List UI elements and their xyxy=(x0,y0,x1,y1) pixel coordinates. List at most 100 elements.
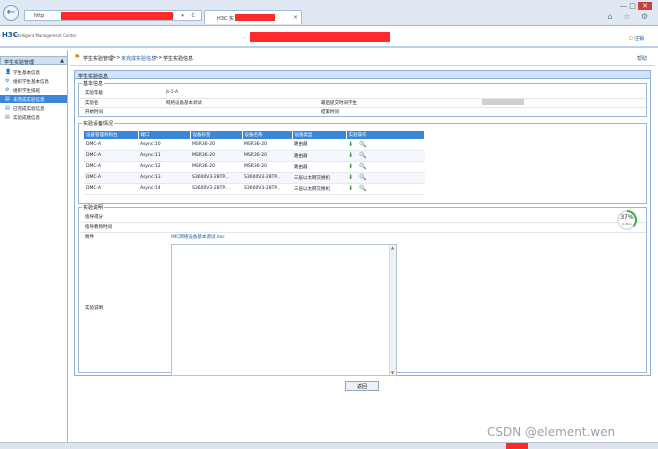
download-icon[interactable]: ⬇ xyxy=(348,174,353,181)
magnifier-icon[interactable]: 🔍 xyxy=(359,174,366,181)
redacted-tab-title xyxy=(235,14,275,21)
description-label: 实验说明 xyxy=(85,306,103,311)
address-bar[interactable]: http ρ ▾ C xyxy=(24,10,202,21)
table-cell: Async:10 xyxy=(138,139,190,151)
table-cell: S3600V3-28TP... xyxy=(242,183,292,195)
device-section: 实验设备情况 设备管理机构台 端口 设备标签 设备名称 设备类型 实验操作 DM… xyxy=(78,120,647,204)
home-star-gear-icons[interactable]: ⌂ ☆ ⚙ xyxy=(607,12,652,21)
attachment-label: 附件 xyxy=(85,235,94,240)
textarea-scrollbar[interactable]: ▲ ▼ xyxy=(389,245,396,375)
download-icon[interactable]: ⬇ xyxy=(348,141,353,148)
minimize-icon[interactable]: — xyxy=(620,2,627,10)
table-row: DMC-A Async:11 MSR36-20 MSR36-20 路由器 ⬇ 🔍 xyxy=(84,150,425,162)
table-cell: S3600V3-28TP... xyxy=(190,172,242,184)
browser-chrome: ← http ρ ▾ C H3C 实 × — □ ✕ ⌂ ☆ ⚙ xyxy=(0,0,658,26)
sidebar-item-scores[interactable]: ▤ 实验成绩信息 xyxy=(0,113,67,121)
table-cell: MSR36-20 xyxy=(190,161,242,173)
watermark: CSDN @element.wen xyxy=(487,425,616,439)
device-table: 设备管理机构台 端口 设备标签 设备名称 设备类型 实验操作 DMC-A Asy… xyxy=(84,131,425,195)
table-cell: 路由器 xyxy=(292,139,346,151)
table-cell: MSR36-20 xyxy=(242,139,292,151)
app-header: H3C Intelligent Management Center · ⏻注销 xyxy=(0,27,658,48)
breadcrumb-level3: 学生实验信息 xyxy=(163,56,194,62)
table-cell: ⬇ 🔍 xyxy=(346,172,425,184)
table-cell: Async:11 xyxy=(138,150,190,162)
back-arrow-icon[interactable]: ← xyxy=(3,5,19,21)
magnifier-icon[interactable]: 🔍 xyxy=(359,163,366,170)
return-button[interactable]: 返回 xyxy=(345,381,379,391)
student-experiment-panel: 学生实验信息 基本信息 实验年级 jt-1-A 实验名 网络设备基本调试 最后提… xyxy=(74,70,651,376)
row-divider xyxy=(80,107,646,108)
start-time-label: 开始时间 xyxy=(85,110,103,115)
table-row: DMC-A Async:12 MSR36-20 MSR36-20 路由器 ⬇ 🔍 xyxy=(84,161,425,173)
sidebar-item-group-info[interactable]: ⚙ 组织学生基本信息 xyxy=(0,77,67,85)
browser-tab[interactable]: H3C 实 × xyxy=(204,10,302,24)
magnifier-icon[interactable]: 🔍 xyxy=(359,185,366,192)
row-divider xyxy=(80,232,646,233)
last-submit-label: 最后提交时间学生 xyxy=(321,101,357,106)
table-cell: DMC-A xyxy=(84,161,138,173)
grade-label: 实验年级 xyxy=(85,91,103,96)
score-icon: ▤ xyxy=(5,114,10,120)
table-cell: MSR36-20 xyxy=(242,150,292,162)
download-icon[interactable]: ⬇ xyxy=(348,163,353,170)
address-text: http xyxy=(34,13,45,19)
column-header: 设备类型 xyxy=(292,131,347,139)
logout-label: 注销 xyxy=(633,36,644,42)
sidebar-item-unfinished[interactable]: ▤ 未完成实验信息 xyxy=(0,95,67,103)
table-cell: DMC-A xyxy=(84,172,138,184)
table-cell: DMC-A xyxy=(84,139,138,151)
description-textarea[interactable]: ▲ ▼ xyxy=(171,244,397,376)
breadcrumb-level1[interactable]: 学生实验管理 xyxy=(83,55,113,62)
magnifier-icon[interactable]: 🔍 xyxy=(359,152,366,159)
breadcrumb-separator: >> xyxy=(112,55,121,61)
experiment-name-label: 实验名 xyxy=(85,101,99,106)
breadcrumb: ⚑ 学生实验管理 >> 未完成实验信息 >> 学生实验信息 帮助 xyxy=(70,50,655,66)
table-row: DMC-A Async:14 S3600V3-28TP... S3600V3-2… xyxy=(84,183,425,195)
collapse-triangle-icon[interactable]: ▲ xyxy=(60,58,64,64)
column-header: 端口 xyxy=(138,131,191,139)
table-cell: Async:13 xyxy=(138,172,190,184)
basic-info-legend: 基本信息 xyxy=(82,80,105,87)
table-cell: ⬇ 🔍 xyxy=(346,183,425,195)
table-cell: MSR36-20 xyxy=(190,139,242,151)
attachment-link[interactable]: IMC网络设备基本调试.doc xyxy=(171,234,225,240)
row-divider xyxy=(80,222,646,223)
progress-speed: 0.4K/s xyxy=(622,222,632,226)
download-icon[interactable]: ⬇ xyxy=(348,152,353,159)
window-close-icon[interactable]: ✕ xyxy=(638,2,652,10)
magnifier-icon[interactable]: 🔍 xyxy=(359,141,366,148)
breadcrumb-level2[interactable]: 未完成实验信息 xyxy=(121,55,156,62)
tab-close-icon[interactable]: × xyxy=(293,14,298,21)
table-cell: ⬇ 🔍 xyxy=(346,150,425,162)
scroll-up-icon[interactable]: ▲ xyxy=(391,245,394,250)
teacher-time-label: 指导教师时间 xyxy=(85,225,112,230)
table-cell: 三层以太网交换机 xyxy=(292,183,346,195)
column-header: 设备名称 xyxy=(242,131,293,139)
address-controls-icon[interactable]: ρ ▾ C xyxy=(171,13,198,19)
speed-progress-ring: 37% 0.4K/s xyxy=(616,209,638,231)
sidebar-header[interactable]: 学生实验管理 ▲ xyxy=(0,56,68,66)
sidebar-item-student-info[interactable]: 👤 学生基本信息 xyxy=(0,68,67,76)
table-cell: MSR36-20 xyxy=(242,161,292,173)
progress-percent: 37% xyxy=(620,214,634,221)
sidebar-item-schedule[interactable]: ⚙ 组织学生排班 xyxy=(0,86,67,94)
sidebar-item-label: 组织学生排班 xyxy=(13,88,40,94)
maximize-icon[interactable]: □ xyxy=(629,2,636,10)
grade-value: jt-1-A xyxy=(166,90,179,95)
redacted-taskbar-item xyxy=(506,443,528,449)
download-icon[interactable]: ⬇ xyxy=(348,185,353,192)
group-icon: ⚙ xyxy=(5,78,10,84)
sidebar: 学生实验管理 ▲ 👤 学生基本信息 ⚙ 组织学生基本信息 ⚙ 组织学生排班 ▤ … xyxy=(0,50,68,442)
logout-link[interactable]: ⏻注销 xyxy=(629,35,644,42)
help-link[interactable]: 帮助 xyxy=(637,55,647,62)
table-cell: 三层以太网交换机 xyxy=(292,172,346,184)
scroll-down-icon[interactable]: ▼ xyxy=(391,370,394,375)
header-title: · xyxy=(244,32,390,42)
sidebar-item-label: 未完成实验信息 xyxy=(13,97,45,103)
table-cell: ⬇ 🔍 xyxy=(346,161,425,173)
sidebar-item-label: 组织学生基本信息 xyxy=(13,79,49,85)
panel-header: 学生实验信息 xyxy=(75,71,650,80)
logo-subtitle: Intelligent Management Center xyxy=(14,33,77,38)
sidebar-item-finished[interactable]: ▤ 已完成实验信息 xyxy=(0,104,67,112)
